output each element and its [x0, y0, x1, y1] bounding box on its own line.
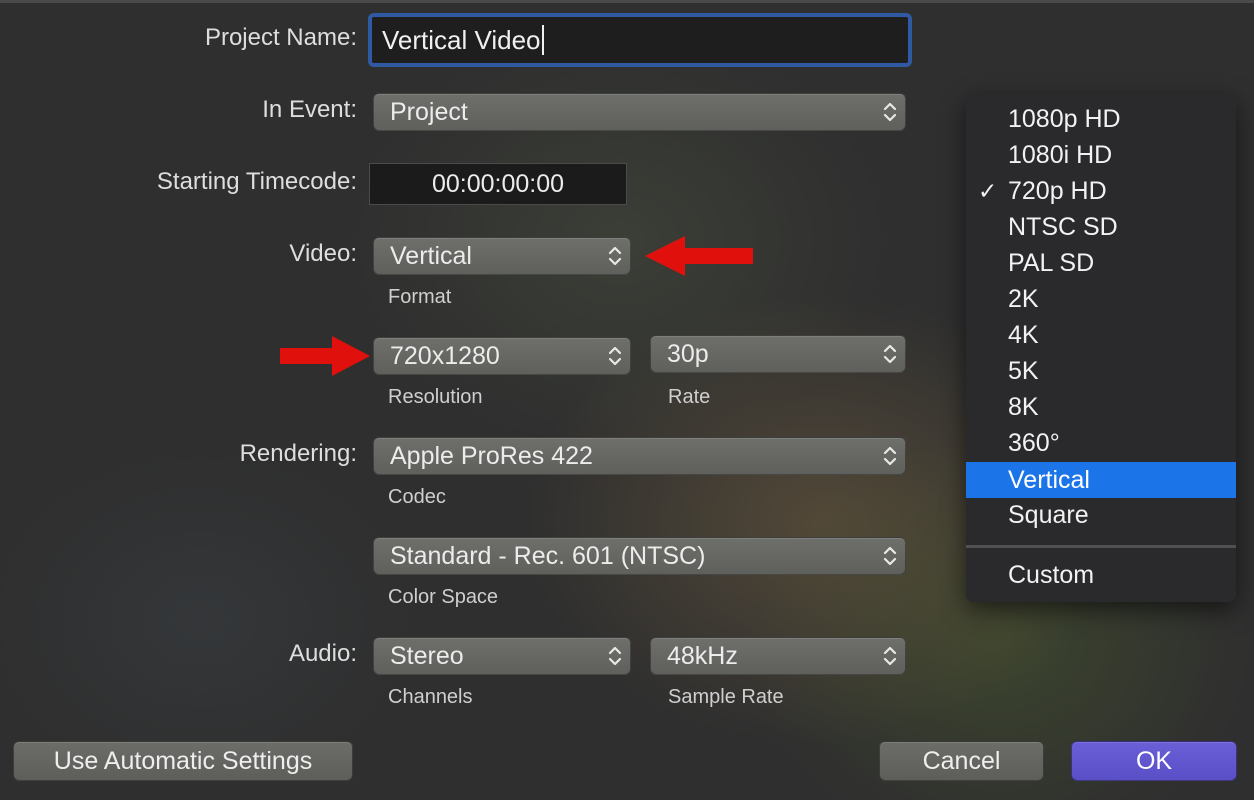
menu-item-5k[interactable]: 5K: [966, 353, 1236, 389]
resolution-value: 720x1280: [390, 341, 500, 370]
chevron-up-down-icon: [883, 546, 897, 566]
starting-timecode-label: Starting Timecode:: [156, 168, 357, 195]
menu-item-4k[interactable]: 4K: [966, 317, 1236, 353]
chevron-up-down-icon: [608, 246, 622, 266]
codec-sublabel: Codec: [388, 486, 446, 508]
window-top-edge: [0, 0, 1254, 3]
red-arrow-icon: [280, 336, 370, 376]
format-dropdown-menu: 1080p HD 1080i HD ✓ 720p HD NTSC SD PAL …: [966, 94, 1236, 602]
resolution-sublabel: Resolution: [388, 386, 483, 408]
sample-rate-value: 48kHz: [667, 641, 738, 670]
chevron-up-down-icon: [883, 446, 897, 466]
in-event-label: In Event:: [262, 96, 357, 123]
color-space-popup[interactable]: Standard - Rec. 601 (NTSC): [373, 537, 906, 575]
menu-item-8k[interactable]: 8K: [966, 389, 1236, 425]
color-space-sublabel: Color Space: [388, 586, 499, 608]
sample-rate-popup[interactable]: 48kHz: [650, 637, 906, 675]
codec-value: Apple ProRes 422: [390, 441, 593, 470]
video-label: Video:: [289, 240, 357, 267]
menu-item-ntsc-sd[interactable]: NTSC SD: [966, 209, 1236, 245]
menu-item-360[interactable]: 360°: [966, 425, 1236, 461]
rate-value: 30p: [667, 339, 709, 368]
codec-popup[interactable]: Apple ProRes 422: [373, 437, 906, 475]
menu-item-custom[interactable]: Custom: [966, 557, 1236, 593]
menu-item-pal-sd[interactable]: PAL SD: [966, 245, 1236, 281]
chevron-up-down-icon: [883, 344, 897, 364]
video-format-popup[interactable]: Vertical: [373, 237, 631, 275]
channels-value: Stereo: [390, 641, 464, 670]
menu-item-2k[interactable]: 2K: [966, 281, 1236, 317]
timecode-value: 00:00:00:00: [431, 169, 565, 198]
rendering-label: Rendering:: [239, 440, 357, 467]
sample-rate-sublabel: Sample Rate: [668, 686, 784, 708]
chevron-up-down-icon: [608, 646, 622, 666]
menu-item-vertical[interactable]: Vertical: [966, 462, 1236, 498]
menu-item-square[interactable]: Square: [966, 497, 1236, 533]
channels-sublabel: Channels: [388, 686, 473, 708]
project-name-field[interactable]: Vertical Video: [368, 13, 912, 67]
resolution-popup[interactable]: 720x1280: [373, 337, 631, 375]
menu-separator: [966, 545, 1236, 548]
menu-item-720p-hd[interactable]: ✓ 720p HD: [966, 173, 1236, 209]
ok-button[interactable]: OK: [1071, 741, 1237, 781]
video-format-value: Vertical: [390, 241, 472, 270]
timecode-field[interactable]: 00:00:00:00: [369, 163, 627, 205]
chevron-up-down-icon: [883, 646, 897, 666]
color-space-value: Standard - Rec. 601 (NTSC): [390, 541, 706, 570]
audio-label: Audio:: [288, 640, 357, 667]
in-event-value: Project: [390, 97, 468, 126]
red-arrow-icon: [645, 236, 753, 276]
chevron-up-down-icon: [883, 102, 897, 122]
checkmark-icon: ✓: [978, 177, 998, 204]
text-caret: [541, 25, 544, 55]
channels-popup[interactable]: Stereo: [373, 637, 631, 675]
chevron-up-down-icon: [608, 346, 622, 366]
rate-popup[interactable]: 30p: [650, 335, 906, 373]
use-automatic-settings-button[interactable]: Use Automatic Settings: [13, 741, 353, 781]
in-event-popup[interactable]: Project: [373, 93, 906, 131]
project-name-label: Project Name:: [204, 24, 357, 51]
menu-item-1080i-hd[interactable]: 1080i HD: [966, 137, 1236, 173]
project-name-value: Vertical Video: [382, 24, 541, 55]
menu-item-1080p-hd[interactable]: 1080p HD: [966, 101, 1236, 137]
rate-sublabel: Rate: [668, 386, 711, 408]
cancel-button[interactable]: Cancel: [879, 741, 1044, 781]
format-sublabel: Format: [388, 286, 452, 308]
